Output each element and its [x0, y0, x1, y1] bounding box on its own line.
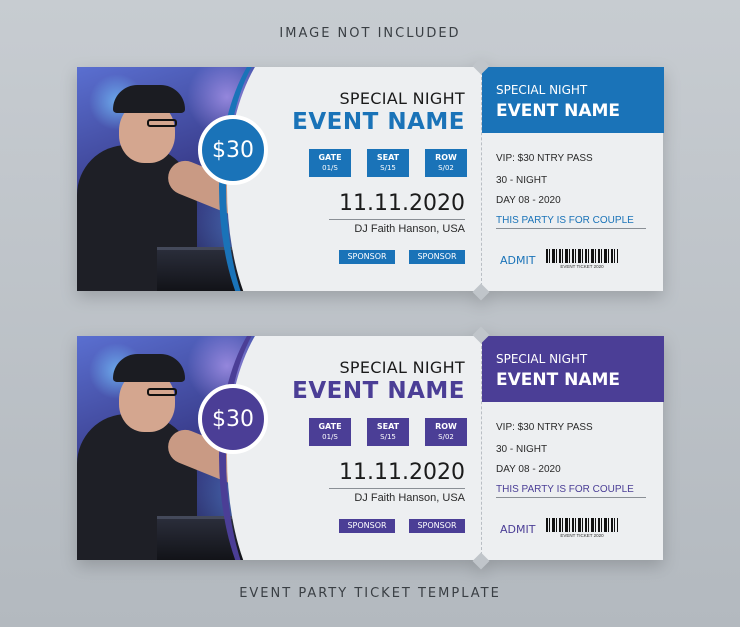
special-night-text: SPECIAL NIGHT: [339, 358, 465, 377]
gate-label: GATE: [318, 422, 342, 431]
stub-vip-pass: VIP: $30 NTRY PASS: [496, 422, 593, 433]
barcode-icon: [546, 518, 618, 532]
sponsor-badge: SPONSOR: [339, 519, 395, 533]
price-badge: $30: [198, 384, 268, 454]
row-value: S/02: [438, 433, 454, 441]
seat-value: S/15: [380, 433, 396, 441]
gate-value: 01/S: [322, 164, 338, 172]
stub-vip-pass: VIP: $30 NTRY PASS: [496, 153, 593, 164]
dj-name: DJ Faith Hanson, USA: [354, 492, 465, 504]
ticket-purple: $30 SPECIAL NIGHT EVENT NAME GATE 01/S S…: [77, 326, 664, 570]
admit-label: ADMIT: [500, 523, 536, 536]
divider: [329, 488, 465, 489]
row-value: S/02: [438, 164, 454, 172]
seat-label: SEAT: [376, 422, 400, 431]
row-box: ROW S/02: [425, 149, 467, 177]
stub-night: 30 - NIGHT: [496, 444, 548, 455]
sponsor-badge: SPONSOR: [409, 250, 465, 264]
dj-glasses: [147, 119, 177, 127]
dj-cap: [113, 354, 185, 382]
divider: [329, 219, 465, 220]
stub-header: SPECIAL NIGHT EVENT NAME: [482, 336, 664, 402]
dj-name: DJ Faith Hanson, USA: [354, 223, 465, 235]
barcode-caption: EVENT TICKET 2020: [560, 264, 604, 269]
seat-box: SEAT S/15: [367, 149, 409, 177]
gate-label: GATE: [318, 153, 342, 162]
row-box: ROW S/02: [425, 418, 467, 446]
sponsor-badge: SPONSOR: [339, 250, 395, 264]
gate-value: 01/S: [322, 433, 338, 441]
ticket-blue: $30 SPECIAL NIGHT EVENT NAME GATE 01/S S…: [77, 57, 664, 301]
footer-caption: EVENT PARTY TICKET TEMPLATE: [239, 586, 501, 601]
special-night-text: SPECIAL NIGHT: [339, 89, 465, 108]
admit-label: ADMIT: [500, 254, 536, 267]
stub-special-night: SPECIAL NIGHT: [496, 83, 588, 97]
stub-day: DAY 08 - 2020: [496, 464, 561, 475]
ticket-main: $30 SPECIAL NIGHT EVENT NAME GATE 01/S S…: [77, 336, 481, 560]
gate-box: GATE 01/S: [309, 418, 351, 446]
dj-cap: [113, 85, 185, 113]
ticket-stub: SPECIAL NIGHT EVENT NAME VIP: $30 NTRY P…: [481, 67, 664, 291]
barcode-icon: [546, 249, 618, 263]
seat-box: SEAT S/15: [367, 418, 409, 446]
stub-header: SPECIAL NIGHT EVENT NAME: [482, 67, 664, 133]
row-label: ROW: [435, 153, 457, 162]
gate-box: GATE 01/S: [309, 149, 351, 177]
header-caption: IMAGE NOT INCLUDED: [279, 26, 461, 41]
stub-couple-note: THIS PARTY IS FOR COUPLE: [496, 484, 646, 498]
stub-day: DAY 08 - 2020: [496, 195, 561, 206]
dj-glasses: [147, 388, 177, 396]
sponsor-badge: SPONSOR: [409, 519, 465, 533]
event-date: 11.11.2020: [339, 460, 465, 485]
stub-event-name: EVENT NAME: [496, 370, 621, 390]
row-label: ROW: [435, 422, 457, 431]
stub-event-name: EVENT NAME: [496, 101, 621, 121]
ticket-stub: SPECIAL NIGHT EVENT NAME VIP: $30 NTRY P…: [481, 336, 664, 560]
ticket-main: $30 SPECIAL NIGHT EVENT NAME GATE 01/S S…: [77, 67, 481, 291]
event-name-title: EVENT NAME: [292, 109, 465, 135]
stub-special-night: SPECIAL NIGHT: [496, 352, 588, 366]
stub-night: 30 - NIGHT: [496, 175, 548, 186]
barcode-caption: EVENT TICKET 2020: [560, 533, 604, 538]
stub-couple-note: THIS PARTY IS FOR COUPLE: [496, 215, 646, 229]
event-date: 11.11.2020: [339, 191, 465, 216]
seat-label: SEAT: [376, 153, 400, 162]
seat-value: S/15: [380, 164, 396, 172]
price-badge: $30: [198, 115, 268, 185]
event-name-title: EVENT NAME: [292, 378, 465, 404]
